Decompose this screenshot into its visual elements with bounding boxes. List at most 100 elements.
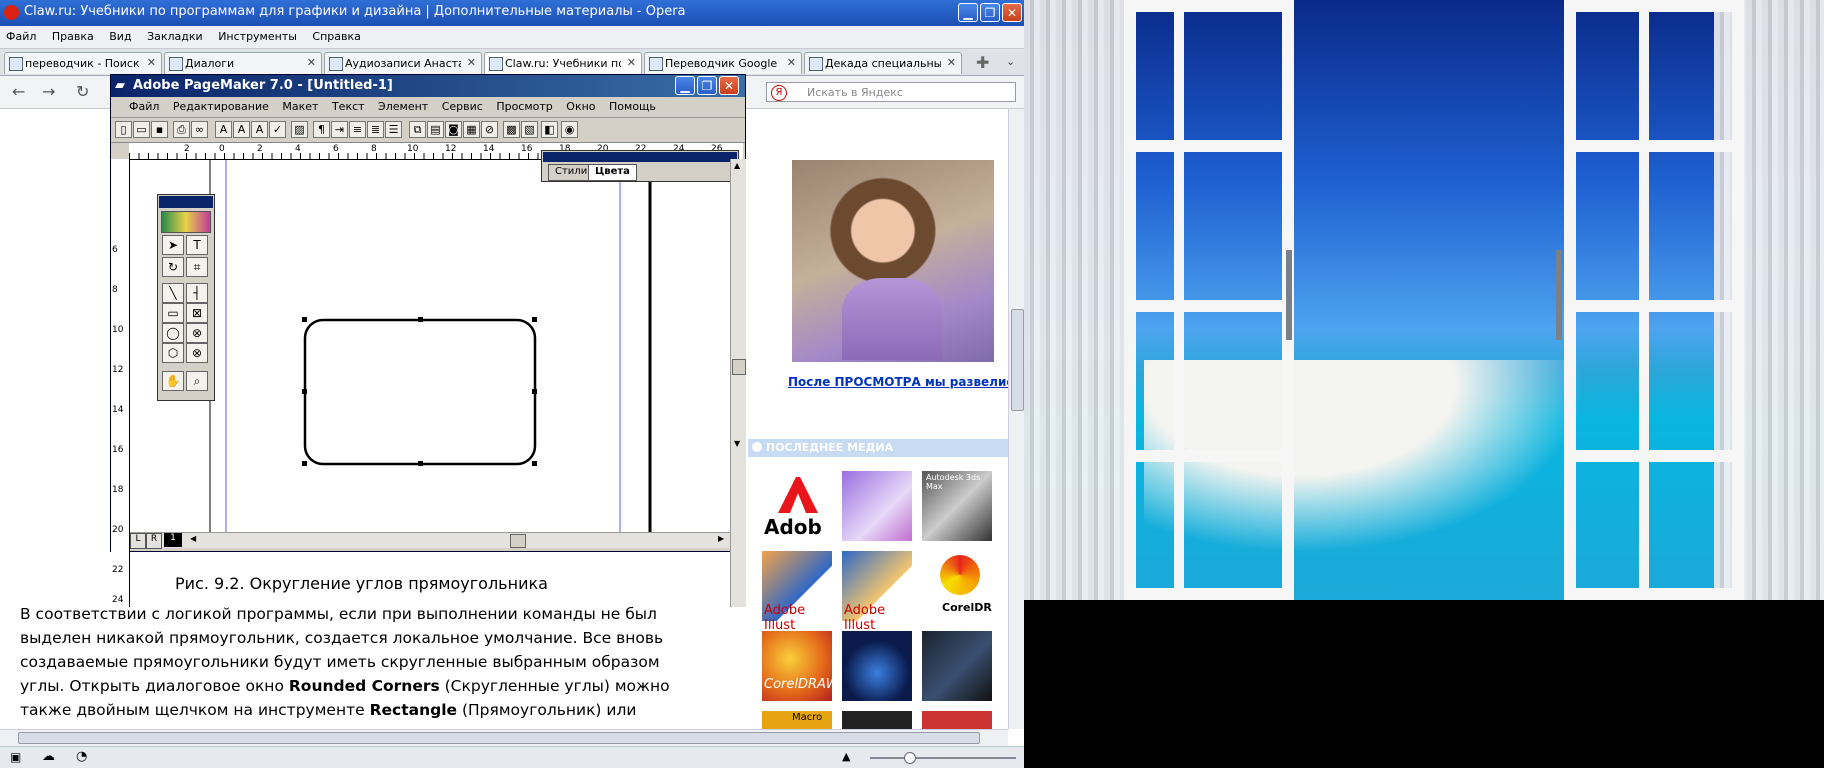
palette-title-bar[interactable] bbox=[543, 152, 737, 162]
rectangle-tool-icon[interactable]: ▭ bbox=[162, 303, 184, 323]
bullets-icon[interactable]: ≡ bbox=[349, 121, 366, 138]
paste-icon[interactable]: ▤ bbox=[427, 121, 444, 138]
constrained-line-tool-icon[interactable]: ┤ bbox=[186, 283, 208, 303]
minimize-button[interactable]: ▁ bbox=[958, 3, 978, 22]
page-tab-left[interactable]: L bbox=[130, 533, 146, 549]
export-icon[interactable]: ▧ bbox=[521, 121, 538, 138]
pm-close-button[interactable]: ✕ bbox=[719, 76, 739, 95]
pm-menu-window[interactable]: Окно bbox=[561, 97, 600, 113]
speed-dial-icon[interactable]: ◔ bbox=[76, 749, 87, 764]
paragraph-icon[interactable]: ¶ bbox=[313, 121, 330, 138]
page-vertical-scrollbar[interactable] bbox=[1008, 109, 1024, 729]
media-thumb-macromedia[interactable]: Macro bbox=[762, 711, 832, 729]
search-input[interactable]: Я Искать в Яндекс bbox=[766, 82, 1016, 102]
toolbox-title-bar[interactable] bbox=[159, 196, 213, 208]
scroll-down-icon[interactable]: ▼ bbox=[734, 439, 740, 448]
zoom-slider-handle[interactable] bbox=[904, 752, 916, 764]
zoom-tool-icon[interactable]: ⌕ bbox=[186, 371, 208, 391]
tab-close-icon[interactable]: ✕ bbox=[627, 56, 636, 69]
pm-menu-layout[interactable]: Макет bbox=[277, 97, 323, 113]
list-indent-icon[interactable]: ☰ bbox=[385, 121, 402, 138]
font-size-up-icon[interactable]: A bbox=[233, 121, 250, 138]
polygon-frame-tool-icon[interactable]: ⊗ bbox=[186, 343, 208, 363]
ellipse-tool-icon[interactable]: ◯ bbox=[162, 323, 184, 343]
sidebar-link[interactable]: После ПРОСМОТРА мы развелись bbox=[788, 375, 1008, 389]
media-thumb-coreldraw[interactable]: CorelDR bbox=[922, 551, 992, 621]
sidebar-photo[interactable] bbox=[792, 160, 994, 362]
find-binoculars-icon[interactable]: ∞ bbox=[191, 121, 208, 138]
font-icon[interactable]: A bbox=[215, 121, 232, 138]
menu-view[interactable]: Вид bbox=[103, 26, 137, 43]
ellipse-frame-tool-icon[interactable]: ⊗ bbox=[186, 323, 208, 343]
crop-tool-icon[interactable]: ⌗ bbox=[186, 257, 208, 277]
tab-decade[interactable]: Декада специальных ...✕ bbox=[804, 52, 962, 74]
media-thumb-red[interactable] bbox=[922, 711, 992, 729]
fill-icon[interactable]: ▨ bbox=[291, 121, 308, 138]
tab-close-icon[interactable]: ✕ bbox=[467, 56, 476, 69]
pm-menu-file[interactable]: Файл bbox=[111, 97, 164, 113]
scroll-up-icon[interactable]: ▲ bbox=[734, 161, 740, 170]
image-icon[interactable]: ▦ bbox=[463, 121, 480, 138]
tab-close-icon[interactable]: ✕ bbox=[307, 56, 316, 69]
tab-close-icon[interactable]: ✕ bbox=[147, 56, 156, 69]
polygon-tool-icon[interactable]: ⬡ bbox=[162, 343, 184, 363]
media-thumb-globe[interactable] bbox=[842, 631, 912, 701]
copy-icon[interactable]: ⧉ bbox=[409, 121, 426, 138]
pm-menu-help[interactable]: Помощь bbox=[604, 97, 661, 113]
scroll-thumb[interactable] bbox=[1011, 309, 1024, 411]
scroll-thumb[interactable] bbox=[510, 534, 526, 548]
maximize-button[interactable]: ❐ bbox=[980, 3, 1000, 22]
pagemaker-vertical-scrollbar[interactable]: ▲ ▼ bbox=[730, 159, 746, 607]
hand-tool-icon[interactable]: ✋ bbox=[162, 371, 184, 391]
media-thumb-flash[interactable] bbox=[922, 631, 992, 701]
forward-arrow-icon[interactable]: → bbox=[42, 82, 55, 101]
pm-menu-element[interactable]: Элемент bbox=[373, 97, 433, 113]
page-horizontal-scrollbar[interactable] bbox=[0, 729, 1008, 746]
tab-colors[interactable]: Цвета bbox=[588, 164, 637, 181]
tab-close-icon[interactable]: ✕ bbox=[947, 56, 956, 69]
rectangle-frame-tool-icon[interactable]: ⊠ bbox=[186, 303, 208, 323]
rounded-rectangle[interactable] bbox=[303, 318, 537, 466]
print-icon[interactable]: ⎙ bbox=[173, 121, 190, 138]
pagemaker-horizontal-scrollbar[interactable]: L R 1 ◀ ▶ bbox=[130, 532, 730, 549]
open-folder-icon[interactable]: ▭ bbox=[133, 121, 150, 138]
scroll-thumb[interactable] bbox=[18, 732, 980, 744]
close-button[interactable]: ✕ bbox=[1002, 3, 1022, 22]
spelling-icon[interactable]: ✓ bbox=[269, 121, 286, 138]
collapse-icon[interactable] bbox=[752, 442, 762, 452]
menu-edit[interactable]: Правка bbox=[46, 26, 100, 43]
line-tool-icon[interactable]: ╲ bbox=[162, 283, 184, 303]
rotate-tool-icon[interactable]: ↻ bbox=[162, 257, 184, 277]
panel-toggle-icon[interactable]: ▣ bbox=[10, 750, 21, 764]
media-thumb-dark[interactable] bbox=[842, 711, 912, 729]
media-thumb-illustrator-1[interactable]: Adobe Illust bbox=[762, 551, 832, 633]
text-tool-icon[interactable]: T bbox=[186, 235, 208, 255]
back-arrow-icon[interactable]: ← bbox=[12, 82, 25, 101]
new-document-icon[interactable]: ▯ bbox=[115, 121, 132, 138]
menu-tools[interactable]: Инструменты bbox=[212, 26, 303, 43]
pm-menu-view[interactable]: Просмотр bbox=[491, 97, 557, 113]
pm-menu-edit[interactable]: Редактирование bbox=[168, 97, 274, 113]
pdf-icon[interactable]: ◧ bbox=[541, 121, 558, 138]
page-tab-right[interactable]: R bbox=[146, 533, 162, 549]
tab-google-translate[interactable]: Переводчик Google ✕ bbox=[644, 52, 802, 74]
menu-bookmarks[interactable]: Закладки bbox=[141, 26, 209, 43]
tab-translator-search[interactable]: переводчик - Поиск ... ✕ bbox=[4, 52, 162, 74]
media-thumb-illustrator-2[interactable]: Adobe Illust bbox=[842, 551, 912, 633]
outdent-icon[interactable]: ≣ bbox=[367, 121, 384, 138]
reload-icon[interactable]: ↻ bbox=[76, 82, 89, 101]
tab-close-icon[interactable]: ✕ bbox=[787, 56, 796, 69]
color-swatch-icon[interactable] bbox=[161, 211, 211, 233]
media-thumb-adobe[interactable]: Adob bbox=[762, 471, 832, 541]
menu-help[interactable]: Справка bbox=[306, 26, 366, 43]
scroll-left-icon[interactable]: ◀ bbox=[190, 534, 196, 543]
menu-file[interactable]: Файл bbox=[0, 26, 42, 43]
font-size-down-icon[interactable]: A bbox=[251, 121, 268, 138]
scroll-right-icon[interactable]: ▶ bbox=[718, 534, 724, 543]
media-thumb-coreldraw-2[interactable]: CorelDRAW bbox=[762, 631, 839, 701]
save-icon[interactable]: ▪ bbox=[151, 121, 168, 138]
tab-dialogs[interactable]: Диалоги ✕ bbox=[164, 52, 322, 74]
pm-menu-text[interactable]: Текст bbox=[327, 97, 370, 113]
pm-menu-utilities[interactable]: Сервис bbox=[437, 97, 488, 113]
page-tab-1[interactable]: 1 bbox=[164, 533, 182, 547]
